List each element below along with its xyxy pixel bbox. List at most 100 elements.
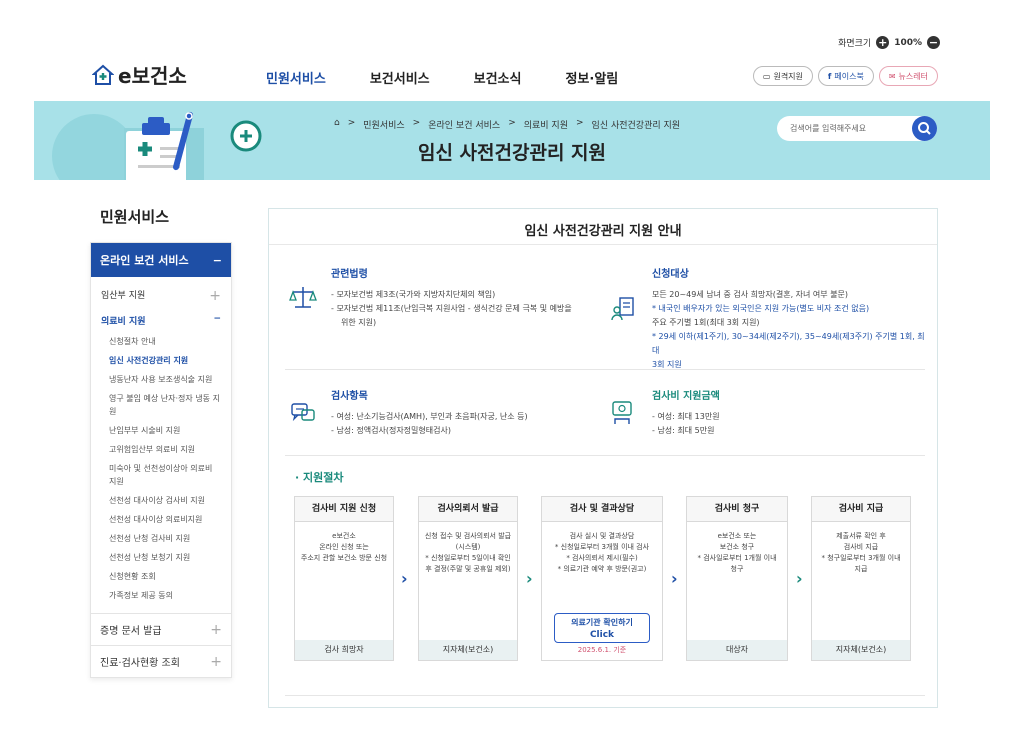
law-line: - 모자보건법 제11조(난임극복 지원사업 - 생식건강 문제 극복 및 예방… (331, 304, 572, 313)
reference-date: 2025.6.1. 기준 (577, 646, 627, 654)
law-section: 관련법령 - 모자보건법 제3조(국가와 지방자치단체의 책임) - 모자보건법… (331, 265, 601, 330)
sidebar-item-label: 증명 문서 발급 (100, 626, 162, 637)
newsletter-button[interactable]: ✉ 뉴스레터 (878, 66, 938, 86)
sidebar-title: 민원서비스 (100, 208, 170, 226)
sidebar-item-label: 의료비 지원 (101, 317, 146, 327)
sidebar-item-online-health[interactable]: 온라인 보건 서비스 − (91, 243, 231, 277)
breadcrumb-item[interactable]: 온라인 보건 서비스 (428, 118, 500, 131)
search-icon (918, 122, 931, 135)
items-title: 검사항목 (331, 391, 368, 402)
step-issue: 검사의뢰서 발급 신청 접수 및 검사의뢰서 발급 (시스템) * 신청일로부터 5… (418, 496, 518, 661)
content-title: 임신 사전건강관리 지원 안내 (269, 209, 937, 245)
target-line: * 29세 이하(제1주기), 30~34세(제2주기), 35~49세(제3주… (652, 332, 925, 355)
logo-icon (92, 64, 114, 85)
page-title: 임신 사전건강관리 지원 (417, 142, 607, 164)
collapse-icon: − (212, 253, 222, 267)
hospital-check-button[interactable]: 의료기관 확인하기 Click (554, 613, 650, 643)
scale-icon (289, 287, 317, 308)
sidebar-subitem[interactable]: 난임부부 시술비 지원 (91, 421, 231, 440)
zoom-label: 화면크기 (838, 39, 872, 49)
sidebar-subitem[interactable]: 고위험임산부 의료비 지원 (91, 440, 231, 459)
items-line: - 여성: 난소기능검사(AMH), 부인과 초음파(자궁, 난소 등) (331, 412, 528, 421)
site-logo[interactable]: e보건소 (92, 60, 187, 89)
law-line: - 모자보건법 제3조(국가와 지방자치단체의 책임) (331, 290, 496, 299)
law-title: 관련법령 (331, 269, 368, 280)
home-icon[interactable]: ⌂ (334, 118, 340, 131)
step-exam: 검사 및 결과상담 검사 실시 및 결과상담 * 신청일로부터 3개월 이내 검사… (541, 496, 663, 661)
divider (285, 695, 925, 696)
step-body: 검사 실시 및 결과상담 * 신청일로부터 3개월 이내 검사 * 검사의뢰서 제시… (554, 532, 650, 573)
sidebar-subitem[interactable]: 신청절차 안내 (91, 332, 231, 351)
expand-icon: + (209, 288, 221, 304)
chevron-right-icon: › (671, 569, 678, 588)
breadcrumb-item-current[interactable]: 임신 사전건강관리 지원 (592, 118, 681, 131)
step-title: 검사비 지원 신청 (295, 497, 393, 522)
sidebar-subitem[interactable]: 선천성 대사이상 검사비 지원 (91, 491, 231, 510)
sidebar-subitem[interactable]: 가족정보 제공 동의 (91, 586, 231, 605)
step-actor: 검사 희망자 (295, 640, 393, 660)
step-title: 검사비 지급 (812, 497, 910, 522)
facebook-label: 페이스북 (834, 71, 864, 81)
step-title: 검사의뢰서 발급 (419, 497, 517, 522)
newsletter-label: 뉴스레터 (898, 71, 928, 81)
collapse-icon: − (213, 314, 221, 324)
step-body: e보건소 또는 보건소 청구 * 검사일로부터 1개월 이내 청구 (697, 532, 777, 573)
sidebar-item-certificate[interactable]: 증명 문서 발급 + (91, 613, 231, 645)
step-body: e보건소 온라인 신청 또는 주소지 관할 보건소 방문 신청 (300, 532, 388, 562)
facebook-button[interactable]: f 페이스북 (817, 66, 874, 86)
facebook-icon: f (827, 71, 832, 81)
step-actor: 지자체(보건소) (419, 640, 517, 660)
sidebar-item-pregnant-support[interactable]: 임산부 지원 + (91, 283, 231, 309)
amount-line: - 남성: 최대 5만원 (652, 426, 715, 435)
document-person-icon (611, 297, 634, 321)
nav-health-service[interactable]: 보건서비스 (370, 68, 430, 87)
speech-bubble-icon (291, 403, 315, 422)
sidebar-subitem[interactable]: 미숙아 및 선천성이상아 의료비 지원 (91, 459, 231, 491)
nav-info-notice[interactable]: 정보·알림 (565, 68, 618, 87)
step-title: 검사 및 결과상담 (542, 497, 662, 522)
remote-support-button[interactable]: ▭ 원격지원 (752, 66, 813, 86)
mail-icon: ✉ (888, 71, 896, 81)
amount-section: 검사비 지원금액 - 여성: 최대 13만원 - 남성: 최대 5만원 (652, 387, 922, 438)
zoom-out-button[interactable]: − (927, 36, 940, 49)
main-content: 임신 사전건강관리 지원 안내 관련법령 - 모자보건법 제3조(국가와 지방자… (268, 208, 938, 708)
sidebar-item-medical-support[interactable]: 의료비 지원 − (91, 309, 231, 332)
sidebar-subitem[interactable]: 선천성 난청 검사비 지원 (91, 529, 231, 548)
logo-text: e보건소 (118, 64, 187, 88)
nav-civil-service[interactable]: 민원서비스 (266, 68, 326, 87)
sidebar-item-label: 임산부 지원 (101, 291, 146, 301)
chevron-right-icon: › (401, 569, 408, 588)
expand-icon: + (210, 621, 222, 638)
step-payment: 검사비 지급 제출서류 확인 후 검사비 지급 * 청구일로부터 3개월 이내 지급 … (811, 496, 911, 661)
sidebar-subitem[interactable]: 냉동난자 사용 보조생식술 지원 (91, 370, 231, 389)
sidebar-item-exam-status[interactable]: 진료·검사현황 조회 + (91, 645, 231, 677)
search-box[interactable]: 검색어를 입력해주세요 (777, 116, 937, 141)
amount-line: - 여성: 최대 13만원 (652, 412, 720, 421)
step-title: 검사비 청구 (687, 497, 787, 522)
zoom-in-button[interactable]: + (876, 36, 890, 49)
sidebar-subitem-active[interactable]: 임신 사전건강관리 지원 (91, 351, 231, 370)
main-nav: 민원서비스 보건서비스 보건소식 정보·알림 (266, 68, 662, 87)
breadcrumb-item[interactable]: 민원서비스 (363, 118, 404, 131)
sidebar-subitem[interactable]: 선천성 대사이상 의료비지원 (91, 510, 231, 529)
target-title: 신청대상 (652, 269, 689, 280)
step-actor: 대상자 (687, 640, 787, 660)
sidebar-subitem[interactable]: 영구 불임 예상 난자·정자 냉동 지원 (91, 389, 231, 421)
chevron-right-icon: › (796, 569, 803, 588)
items-line: - 남성: 정액검사(정자정밀형태검사) (331, 426, 451, 435)
sidebar-subitem[interactable]: 선천성 난청 보청기 지원 (91, 548, 231, 567)
items-section: 검사항목 - 여성: 난소기능검사(AMH), 부인과 초음파(자궁, 난소 등… (331, 387, 601, 438)
sidebar-head-label: 온라인 보건 서비스 (100, 254, 189, 267)
search-input[interactable]: 검색어를 입력해주세요 (790, 123, 866, 134)
search-button[interactable] (912, 116, 937, 141)
sidebar: 온라인 보건 서비스 − 임산부 지원 + 의료비 지원 − 신청절차 안내 임신 사… (90, 242, 232, 678)
sidebar-subitem[interactable]: 신청현황 조회 (91, 567, 231, 586)
breadcrumb-item[interactable]: 의료비 지원 (524, 118, 568, 131)
step-actor: 지자체(보건소) (812, 640, 910, 660)
expand-icon: + (210, 653, 222, 670)
divider (285, 369, 925, 370)
nav-health-news[interactable]: 보건소식 (474, 68, 522, 87)
target-line: * 내국인 배우자가 있는 외국인은 지원 가능(별도 비자 조건 없음) (652, 304, 870, 313)
breadcrumb: ⌂ > 민원서비스 > 온라인 보건 서비스 > 의료비 지원 > 임신 사전건강관리 … (334, 118, 681, 131)
law-line: 위한 지원) (341, 318, 377, 327)
